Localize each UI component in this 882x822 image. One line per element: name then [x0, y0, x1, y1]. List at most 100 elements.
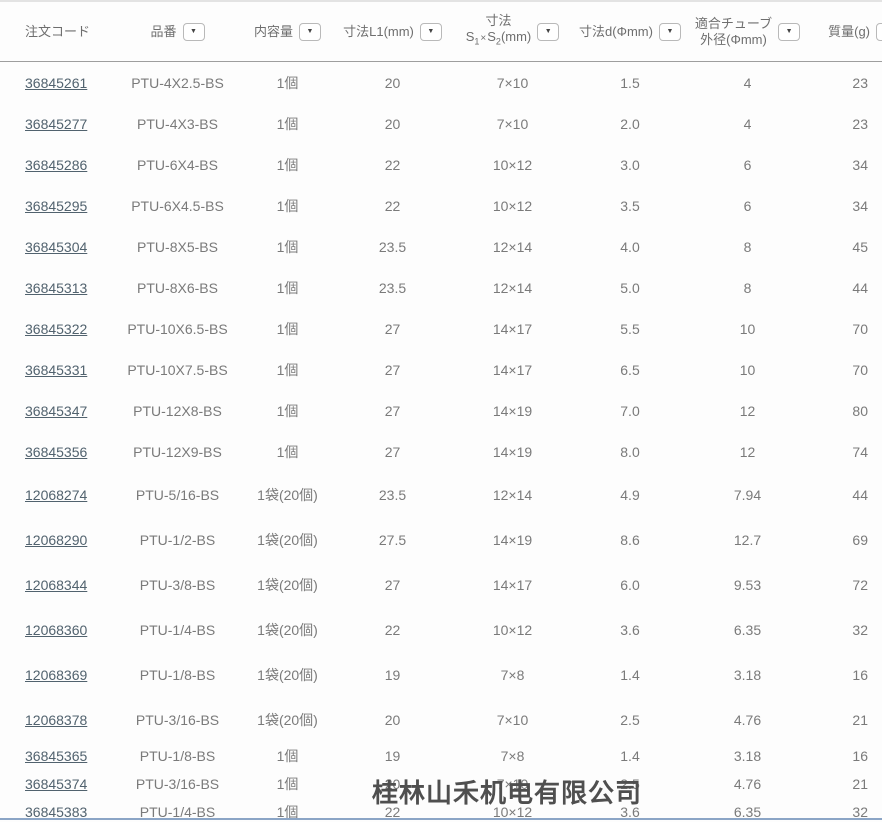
tube-line2: 外径(Φmm) [700, 31, 767, 47]
chevron-down-icon: ▼ [544, 28, 552, 35]
part-number-cell: PTU-12X8-BS [133, 402, 222, 419]
mass-cell: 74 [852, 443, 868, 460]
order-code-link[interactable]: 36845347 [25, 403, 87, 419]
mass-cell: 21 [852, 711, 868, 728]
order-code-cell: 36845322 [0, 321, 110, 337]
part-number-cell: PTU-3/8-BS [139, 576, 216, 593]
content-qty-cell: 1個 [276, 776, 299, 792]
part-number-cell: PTU-5/16-BS [135, 486, 220, 503]
mass-cell: 32 [852, 621, 868, 638]
table-row: 36845313 PTU-8X6-BS 1個 23.5 12×14 5.0 8 … [0, 267, 882, 308]
part-number-cell: PTU-3/16-BS [135, 711, 220, 728]
content-qty-cell: 1個 [276, 443, 299, 460]
dim-l1-cell: 23.5 [378, 238, 407, 255]
dim-d-cell: 6.0 [620, 576, 640, 593]
column-header-dim-d: 寸法d(Φmm) ▼ [570, 22, 690, 41]
content-qty-cell: 1個 [276, 402, 299, 419]
mass-cell: 70 [852, 361, 868, 378]
order-code-link[interactable]: 36845261 [25, 75, 87, 91]
dim-s1s2-cell: 14×17 [492, 576, 533, 593]
content-qty-cell: 1袋(20個) [257, 531, 318, 548]
dim-d-cell: 2.0 [620, 115, 640, 132]
part-number-cell: PTU-4X2.5-BS [131, 74, 224, 91]
part-number-cell: PTU-8X5-BS [137, 238, 218, 255]
dim-s1s2-cell: 10×12 [492, 621, 533, 638]
mass-cell: 72 [852, 576, 868, 593]
dim-s1s2-cell: 14×17 [492, 320, 533, 337]
table-row: 12068274 PTU-5/16-BS 1袋(20個) 23.5 12×14 … [0, 472, 882, 517]
content-qty-cell: 1個 [276, 748, 299, 764]
part-number-cell: PTU-1/4-BS [139, 621, 216, 638]
dim-s1s2-cell: 12×14 [492, 486, 533, 503]
dim-s1s2-cell: 12×14 [492, 279, 533, 296]
content-qty-cell: 1個 [276, 156, 299, 173]
order-code-cell: 12068344 [0, 577, 110, 593]
sort-button-tube-od[interactable]: ▼ [778, 22, 801, 41]
dim-l1-cell: 27.5 [378, 531, 407, 548]
column-header-label: 品番 [150, 23, 177, 39]
table-row: 36845261 PTU-4X2.5-BS 1個 20 7×10 1.5 4 2… [0, 62, 882, 103]
order-code-link[interactable]: 12068344 [25, 577, 87, 593]
mass-cell: 70 [852, 320, 868, 337]
order-code-link[interactable]: 12068290 [25, 532, 87, 548]
content-qty-cell: 1個 [276, 197, 299, 214]
chevron-down-icon: ▼ [666, 28, 674, 35]
table-row: 36845347 PTU-12X8-BS 1個 27 14×19 7.0 12 … [0, 390, 882, 431]
dim-s1s2-cell: 7×8 [500, 666, 525, 683]
dim-s1s2-cell: 14×19 [492, 531, 533, 548]
sort-button-part-number[interactable]: ▼ [182, 22, 205, 41]
content-qty-cell: 1袋(20個) [257, 621, 318, 638]
chevron-down-icon: ▼ [785, 28, 793, 35]
column-header-part-number: 品番 ▼ [110, 22, 245, 41]
sort-button-content[interactable]: ▼ [299, 22, 321, 41]
order-code-link[interactable]: 36845295 [25, 198, 87, 214]
order-code-link[interactable]: 12068274 [25, 487, 87, 503]
table-body: 36845261 PTU-4X2.5-BS 1個 20 7×10 1.5 4 2… [0, 62, 882, 822]
order-code-cell: 36845374 [0, 776, 110, 792]
table-row: 36845331 PTU-10X7.5-BS 1個 27 14×17 6.5 1… [0, 349, 882, 390]
column-header-label: 寸法L1(mm) [343, 23, 414, 39]
content-qty-cell: 1袋(20個) [257, 486, 318, 503]
order-code-link[interactable]: 36845277 [25, 116, 87, 132]
order-code-link[interactable]: 36845374 [25, 776, 87, 792]
sort-button-dim-s1s2[interactable]: ▼ [537, 22, 560, 41]
sort-button-dim-l1[interactable]: ▼ [419, 22, 442, 41]
sort-button-mass[interactable]: ▼ [876, 22, 882, 41]
order-code-link[interactable]: 36845313 [25, 280, 87, 296]
order-code-cell: 36845304 [0, 239, 110, 255]
table-row: 36845286 PTU-6X4-BS 1個 22 10×12 3.0 6 34 [0, 144, 882, 185]
order-code-cell: 12068378 [0, 712, 110, 728]
dim-s1s2-cell: 7×8 [500, 748, 525, 764]
dim-d-cell: 2.5 [620, 711, 640, 728]
sort-button-dim-d[interactable]: ▼ [658, 22, 681, 41]
order-code-link[interactable]: 12068369 [25, 667, 87, 683]
tube-od-cell: 6.35 [733, 621, 762, 638]
order-code-link[interactable]: 12068360 [25, 622, 87, 638]
column-header-label: 適合チューブ 外径(Φmm) [695, 16, 772, 48]
dim-s1s2-cell: 10×12 [492, 197, 533, 214]
dim-s-line1: 寸法 [485, 13, 512, 29]
chevron-down-icon: ▼ [306, 28, 314, 35]
tube-od-cell: 4 [743, 74, 752, 91]
order-code-link[interactable]: 36845331 [25, 362, 87, 378]
dim-l1-cell: 19 [384, 748, 401, 764]
order-code-cell: 36845295 [0, 198, 110, 214]
mass-cell: 23 [852, 115, 868, 132]
column-header-tube-od: 適合チューブ 外径(Φmm) ▼ [690, 16, 805, 48]
column-header-content: 内容量 ▼ [245, 22, 330, 41]
content-qty-cell: 1個 [276, 320, 299, 337]
order-code-link[interactable]: 36845304 [25, 239, 87, 255]
dim-s1s2-cell: 14×17 [492, 361, 533, 378]
order-code-link[interactable]: 36845286 [25, 157, 87, 173]
order-code-link[interactable]: 36845365 [25, 748, 87, 764]
order-code-link[interactable]: 36845322 [25, 321, 87, 337]
content-qty-cell: 1袋(20個) [257, 711, 318, 728]
order-code-link[interactable]: 12068378 [25, 712, 87, 728]
column-header-label: 注文コード [25, 23, 91, 39]
table-row: 12068378 PTU-3/16-BS 1袋(20個) 20 7×10 2.5… [0, 697, 882, 742]
tube-od-cell: 3.18 [733, 748, 762, 764]
content-qty-cell: 1個 [276, 279, 299, 296]
part-number-cell: PTU-1/8-BS [139, 666, 216, 683]
column-header-dim-l1: 寸法L1(mm) ▼ [330, 22, 455, 41]
order-code-link[interactable]: 36845356 [25, 444, 87, 460]
